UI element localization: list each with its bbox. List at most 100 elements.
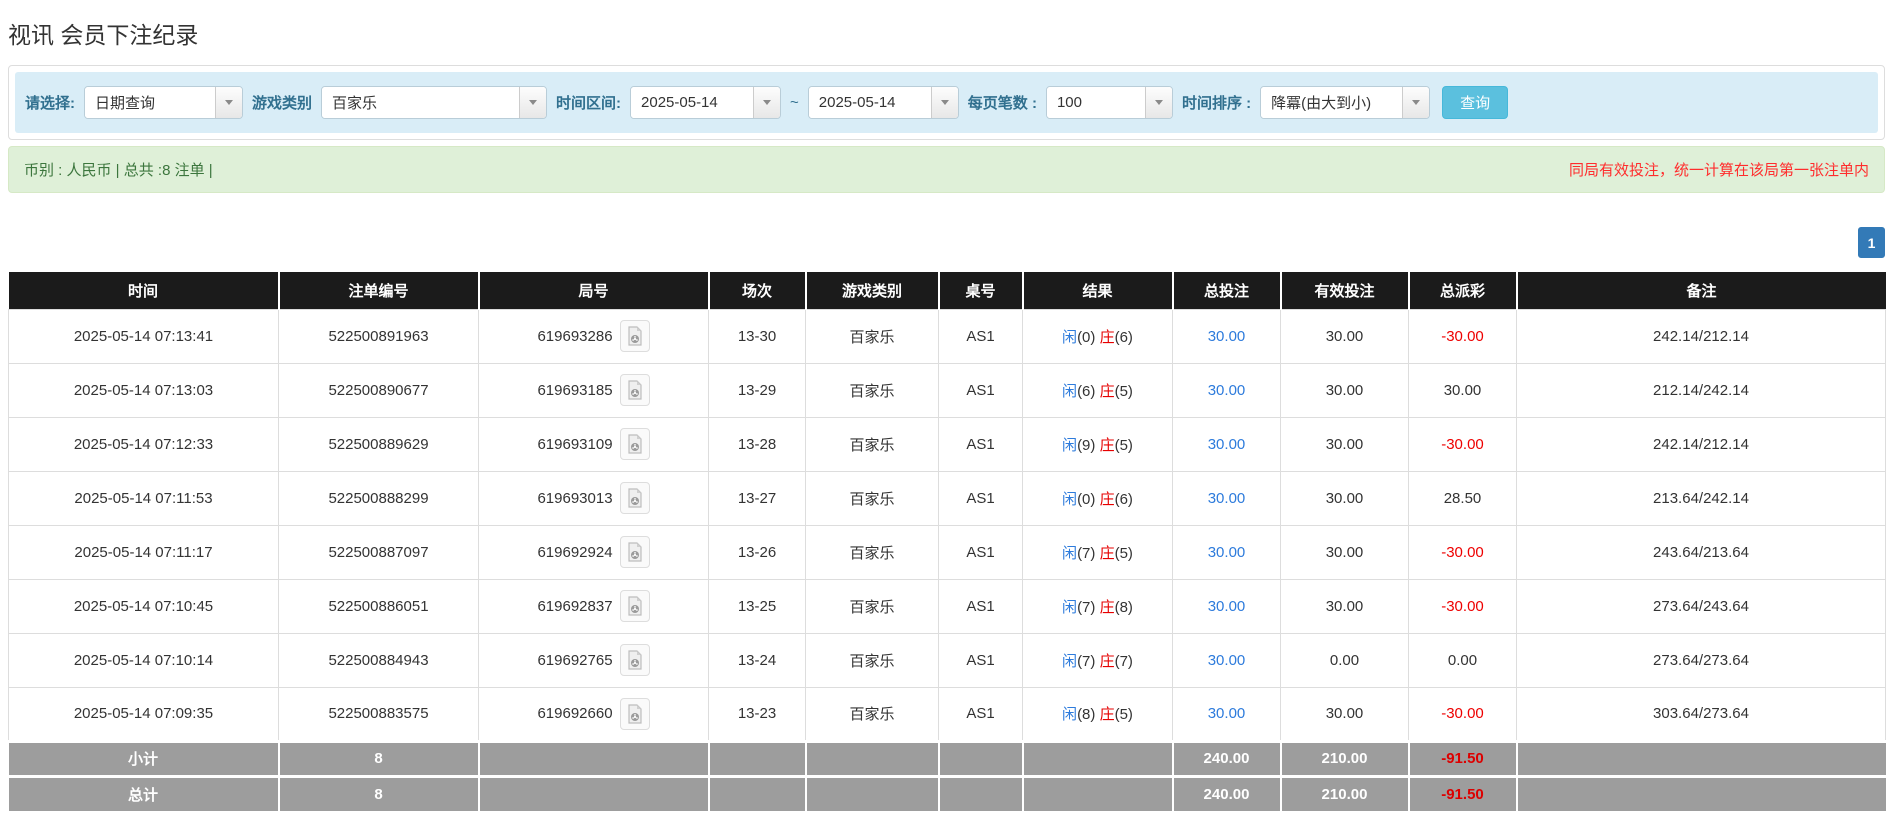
- game-type-combo: [321, 86, 548, 119]
- video-file-icon: [627, 488, 642, 508]
- cell-valid-bet: 30.00: [1280, 524, 1409, 580]
- filter-panel: 请选择: 游戏类别 时间区间: ~ 每页笔数 : 时间排序 :: [8, 65, 1885, 140]
- player-result-label: 闲: [1062, 382, 1078, 400]
- video-replay-button[interactable]: [619, 374, 650, 406]
- cell-result: 闲(0) 庄(6): [1022, 308, 1173, 364]
- total-bet-link[interactable]: 30.00: [1208, 598, 1246, 615]
- cell-valid-bet: 30.00: [1280, 362, 1409, 418]
- cell-remark: 273.64/273.64: [1516, 632, 1886, 688]
- cell-game-type: 百家乐: [805, 362, 939, 418]
- video-replay-button[interactable]: [619, 482, 650, 514]
- column-header: 时间: [8, 272, 280, 309]
- cell-total-bet: 30.00: [1172, 686, 1281, 742]
- cell-bet-id: 522500891963: [278, 308, 479, 364]
- game-type-input[interactable]: [322, 87, 520, 118]
- total-bet-link[interactable]: 30.00: [1208, 490, 1246, 507]
- cell-payout: -30.00: [1408, 308, 1517, 364]
- date-from-input[interactable]: [631, 87, 754, 118]
- search-button[interactable]: 查询: [1442, 86, 1509, 119]
- filter-bar: 请选择: 游戏类别 时间区间: ~ 每页笔数 : 时间排序 :: [15, 72, 1878, 133]
- cell-table-no: AS1: [938, 686, 1023, 742]
- total-bet-link[interactable]: 30.00: [1208, 436, 1246, 453]
- summary-payout: -91.50: [1408, 774, 1518, 811]
- cell-time: 2025-05-14 07:10:14: [8, 632, 279, 688]
- table-body: 2025-05-14 07:13:41 522500891963 6196932…: [8, 308, 1886, 811]
- banker-score: (6): [1114, 490, 1133, 508]
- game-type-label: 游戏类别: [252, 95, 313, 112]
- summary-empty-cell: [708, 739, 807, 776]
- total-bet-link[interactable]: 30.00: [1208, 544, 1246, 561]
- total-bet-link[interactable]: 30.00: [1208, 328, 1246, 345]
- video-replay-button[interactable]: [619, 320, 650, 352]
- query-type-input[interactable]: [85, 87, 215, 118]
- date-to-dropdown-button[interactable]: [930, 87, 958, 118]
- player-score: (0): [1077, 490, 1096, 508]
- cell-remark: 303.64/273.64: [1516, 686, 1886, 742]
- video-replay-button[interactable]: [619, 590, 650, 622]
- cell-valid-bet: 30.00: [1280, 416, 1409, 472]
- total-bet-link[interactable]: 30.00: [1208, 382, 1246, 399]
- video-replay-button[interactable]: [619, 428, 650, 460]
- page-size-combo: [1045, 86, 1173, 119]
- cell-round: 619693109: [478, 416, 709, 472]
- total-bet-link[interactable]: 30.00: [1208, 705, 1246, 722]
- video-replay-button[interactable]: [619, 644, 650, 676]
- query-type-dropdown-button[interactable]: [215, 87, 242, 118]
- page-size-dropdown-button[interactable]: [1144, 87, 1172, 118]
- cell-session: 13-28: [708, 416, 806, 472]
- video-replay-button[interactable]: [619, 697, 650, 730]
- date-to-input[interactable]: [808, 87, 931, 118]
- round-number: 619692660: [537, 705, 613, 722]
- cell-bet-id: 522500890677: [278, 362, 479, 418]
- table-row: 2025-05-14 07:11:53 522500888299 6196930…: [8, 470, 1886, 526]
- total-bet-link[interactable]: 30.00: [1208, 652, 1246, 669]
- cell-total-bet: 30.00: [1172, 416, 1281, 472]
- table-row: 2025-05-14 07:12:33 522500889629 6196931…: [8, 416, 1886, 472]
- player-result-label: 闲: [1062, 706, 1078, 723]
- page-button-1[interactable]: 1: [1858, 227, 1885, 258]
- time-sort-dropdown-button[interactable]: [1402, 87, 1430, 118]
- video-file-icon: [627, 596, 642, 616]
- time-sort-combo: [1260, 86, 1431, 119]
- table-row: 2025-05-14 07:09:35 522500883575 6196926…: [8, 686, 1886, 742]
- column-header: 场次: [708, 272, 807, 309]
- player-result-label: 闲: [1062, 436, 1078, 454]
- player-result-label: 闲: [1062, 544, 1078, 562]
- cell-result: 闲(7) 庄(7): [1022, 632, 1173, 688]
- cell-valid-bet: 30.00: [1280, 470, 1409, 526]
- cell-game-type: 百家乐: [805, 416, 939, 472]
- round-number: 619693286: [537, 327, 613, 345]
- column-header: 游戏类别: [805, 272, 940, 309]
- summary-count: 8: [278, 739, 480, 776]
- cell-game-type: 百家乐: [805, 686, 939, 742]
- video-replay-button[interactable]: [619, 536, 650, 568]
- banker-score: (5): [1114, 706, 1133, 723]
- cell-table-no: AS1: [938, 470, 1023, 526]
- date-range-separator: ~: [790, 94, 799, 111]
- summary-empty-cell: [1022, 739, 1174, 776]
- cell-round: 619693286: [478, 308, 709, 364]
- banker-result-label: 庄: [1099, 490, 1115, 508]
- video-file-icon: [627, 703, 642, 724]
- cell-total-bet: 30.00: [1172, 470, 1281, 526]
- cell-result: 闲(7) 庄(5): [1022, 524, 1173, 580]
- cell-table-no: AS1: [938, 362, 1023, 418]
- cell-remark: 212.14/242.14: [1516, 362, 1886, 418]
- date-from-dropdown-button[interactable]: [753, 87, 781, 118]
- cell-bet-id: 522500888299: [278, 470, 479, 526]
- cell-valid-bet: 30.00: [1280, 578, 1409, 634]
- game-type-dropdown-button[interactable]: [519, 87, 547, 118]
- chevron-down-icon: [763, 100, 772, 105]
- player-score: (8): [1077, 706, 1096, 723]
- page-size-input[interactable]: [1046, 87, 1145, 118]
- cell-session: 13-29: [708, 362, 806, 418]
- column-header: 备注: [1516, 272, 1886, 309]
- summary-empty-cell: [708, 774, 807, 811]
- time-sort-input[interactable]: [1261, 87, 1403, 118]
- cell-round: 619692765: [478, 632, 709, 688]
- cell-result: 闲(8) 庄(5): [1022, 686, 1173, 742]
- round-number: 619692765: [537, 651, 613, 669]
- cell-session: 13-26: [708, 524, 806, 580]
- cell-bet-id: 522500883575: [278, 686, 479, 742]
- cell-time: 2025-05-14 07:11:17: [8, 524, 279, 580]
